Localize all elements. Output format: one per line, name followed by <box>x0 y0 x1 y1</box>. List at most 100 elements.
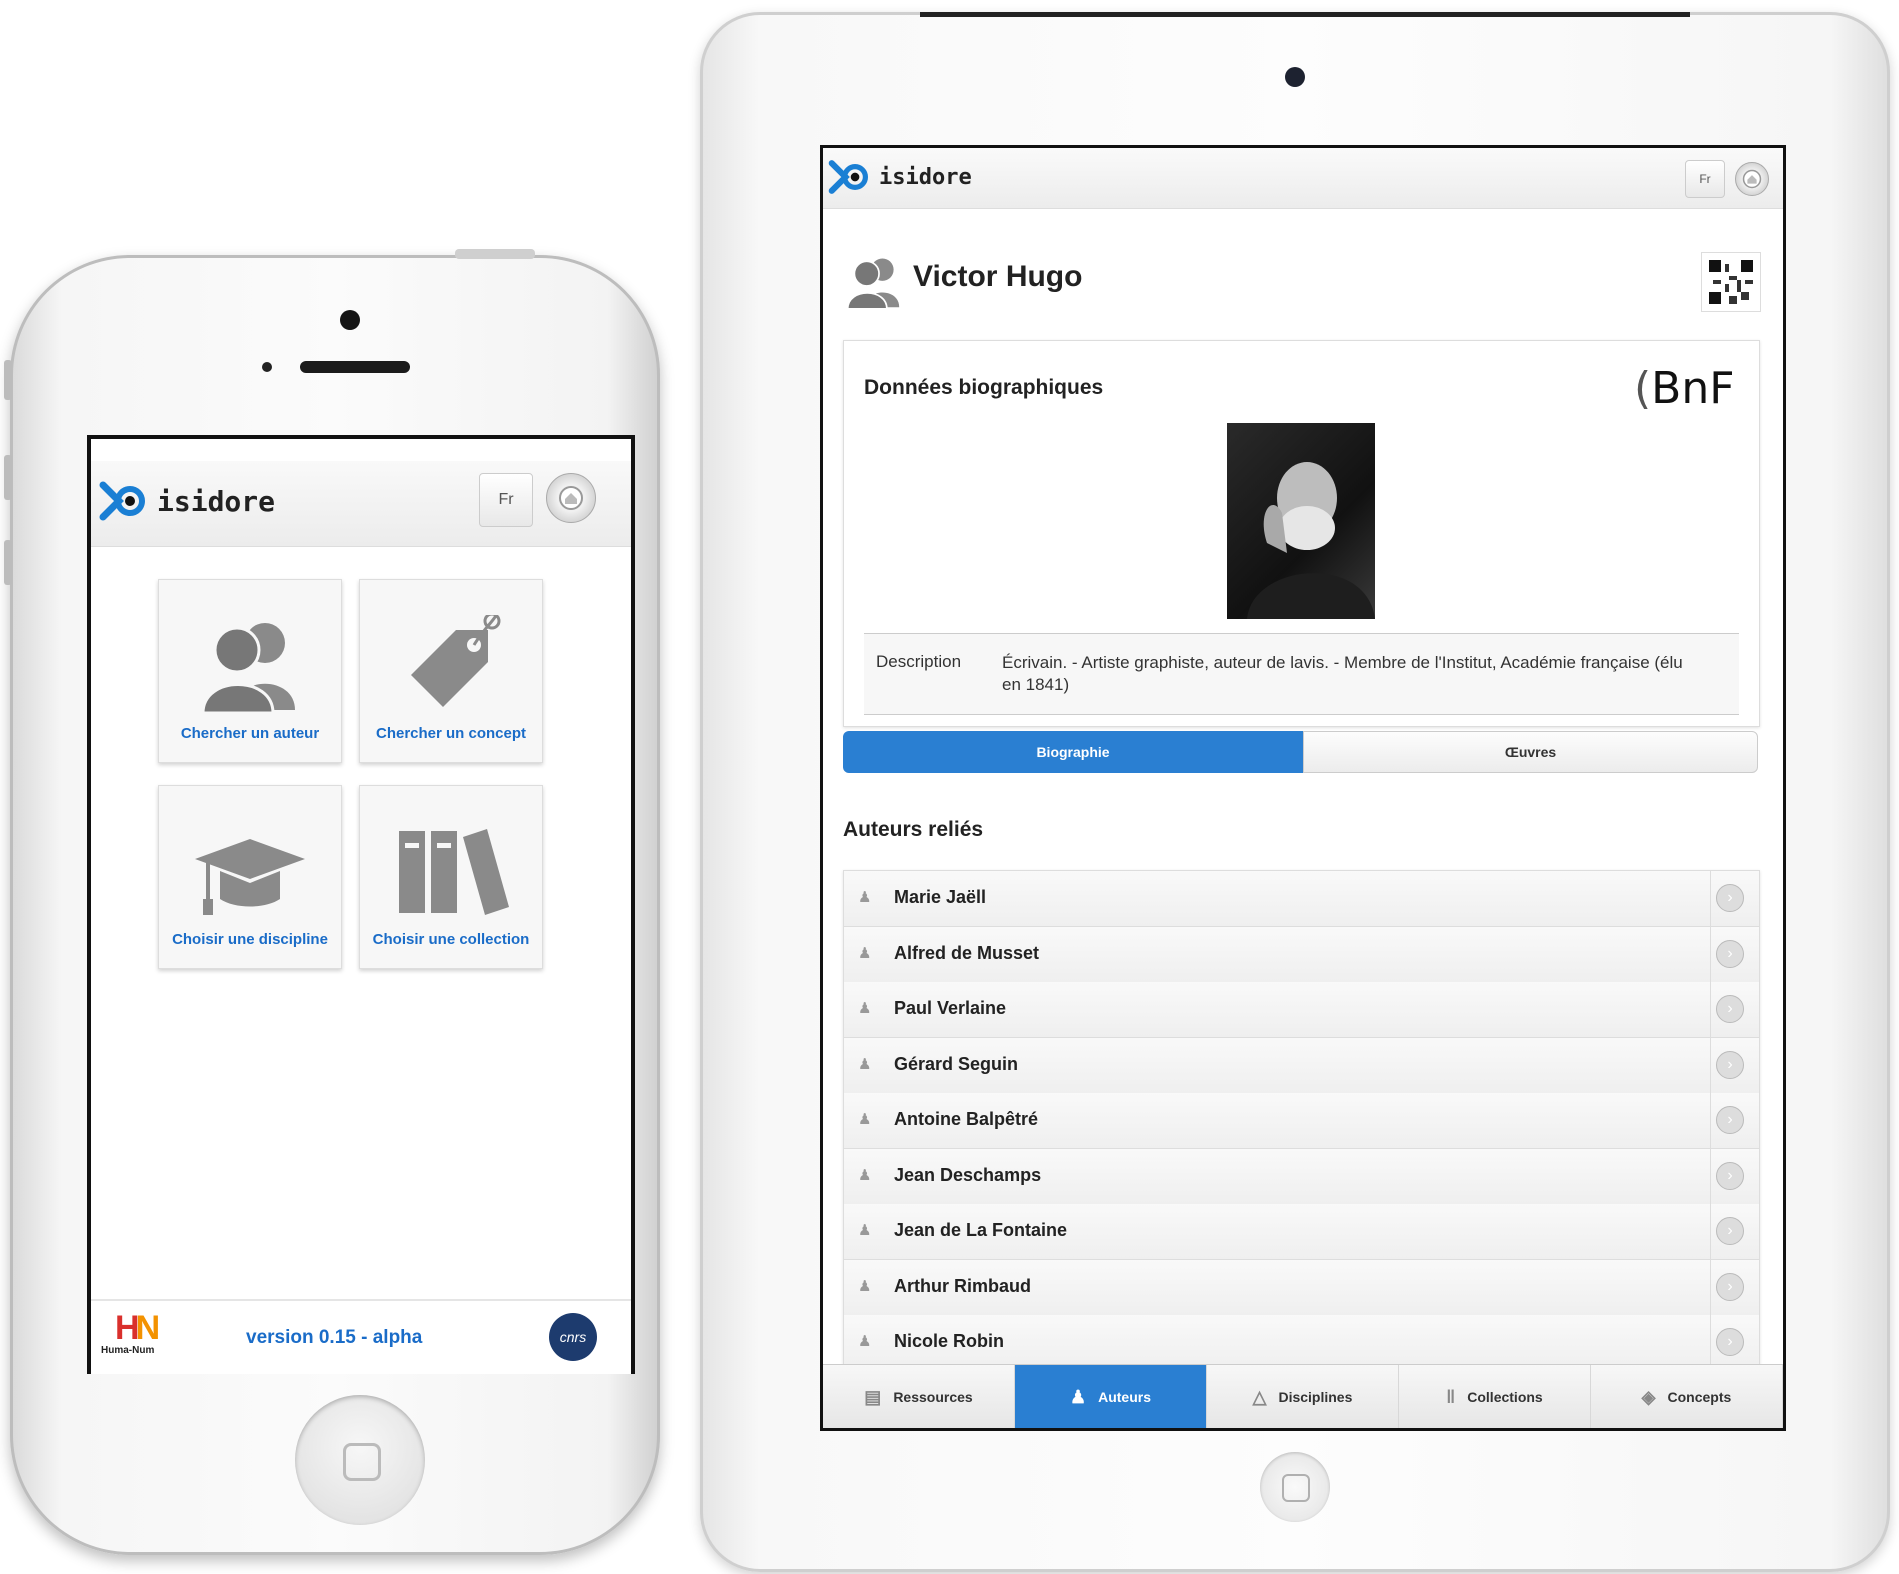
tablet-home-button[interactable] <box>1260 1452 1330 1522</box>
bnf-logo[interactable]: (BnF <box>1634 363 1735 414</box>
chevron-right-icon[interactable]: › <box>1716 884 1744 912</box>
list-item[interactable]: ♟ Marie Jaëll › <box>844 871 1759 927</box>
nav-item-concepts[interactable]: ◈ Concepts <box>1591 1365 1783 1428</box>
chevron-right-icon[interactable]: › <box>1716 1328 1744 1356</box>
isidore-logo-icon <box>99 481 145 521</box>
language-button[interactable]: Fr <box>479 473 533 527</box>
user-icon: ♟ <box>858 1277 872 1295</box>
list-item[interactable]: ♟ Paul Verlaine › <box>844 982 1759 1038</box>
front-camera <box>1285 67 1305 87</box>
list-item[interactable]: ♟ Arthur Rimbaud › <box>844 1259 1759 1316</box>
home-square-icon <box>1282 1474 1310 1502</box>
related-author-name: Gérard Seguin <box>894 1053 1019 1074</box>
smartphone-device: isidore Fr Chercher un auteur Chercher u… <box>4 249 660 1555</box>
huma-num-logo[interactable]: HN Huma-Num <box>101 1311 181 1367</box>
user-icon: ♟ <box>858 1000 872 1017</box>
language-button[interactable]: Fr <box>1685 160 1725 198</box>
list-item[interactable]: ♟ Alfred de Musset › <box>844 926 1759 983</box>
portrait-illustration <box>1247 462 1375 619</box>
related-authors-heading: Auteurs reliés <box>843 818 984 841</box>
bnf-logo-bracket: ( <box>1634 363 1652 414</box>
qr-code-icon <box>1709 260 1753 304</box>
brand-name: isidore <box>879 164 972 190</box>
related-author-name: Antoine Balpêtré <box>894 1109 1039 1129</box>
nav-item-ressources[interactable]: ▤ Ressources <box>823 1365 1015 1428</box>
chevron-right-icon[interactable]: › <box>1716 1050 1744 1079</box>
tile-search-concept[interactable]: Chercher un concept <box>359 579 543 763</box>
related-authors-list: ♟ Marie Jaëll › ♟ Alfred de Musset › ♟ Paul Ver… <box>843 870 1760 1366</box>
tablet-screen: isidore Fr Victor Hugo Données biographi… <box>820 145 1786 1431</box>
user-icon: ♟ <box>858 1333 872 1350</box>
description-text: Écrivain. - Artiste graphiste, auteur de… <box>1002 653 1683 694</box>
related-author-name: Alfred de Musset <box>894 942 1040 963</box>
tile-search-author[interactable]: Chercher un auteur <box>158 579 342 763</box>
home-square-icon <box>343 1443 381 1481</box>
tablet-top-edge <box>920 12 1690 17</box>
divider <box>1710 1093 1711 1148</box>
list-item[interactable]: ♟ Gérard Seguin › <box>844 1037 1759 1094</box>
app-footer: HN Huma-Num version 0.15 - alpha cnrs <box>91 1299 631 1374</box>
users-icon: ♟ <box>1069 1386 1087 1407</box>
author-avatar-icon <box>843 254 905 315</box>
nav-item-label: Ressources <box>893 1389 973 1405</box>
tile-label: Choisir une discipline <box>172 931 328 948</box>
home-icon <box>1742 169 1762 189</box>
related-author-name: Jean Deschamps <box>894 1164 1042 1185</box>
document-icon: ▤ <box>864 1386 882 1407</box>
volume-down-button <box>4 540 12 585</box>
list-item[interactable]: ♟ Jean Deschamps › <box>844 1148 1759 1205</box>
tab-biography[interactable]: Biographie <box>843 731 1303 773</box>
nav-item-label: Auteurs <box>1098 1389 1152 1405</box>
earpiece-speaker <box>300 361 410 373</box>
chevron-right-icon[interactable]: › <box>1716 1217 1744 1245</box>
cnrs-logo[interactable]: cnrs <box>549 1313 597 1361</box>
volume-up-button <box>4 455 12 500</box>
divider <box>1710 871 1711 926</box>
books-icon: ‖ <box>1446 1386 1456 1407</box>
tile-choose-discipline[interactable]: Choisir une discipline <box>158 785 342 969</box>
tab-works[interactable]: Œuvres <box>1303 731 1758 773</box>
isidore-logo[interactable]: isidore <box>99 479 275 523</box>
user-icon: ♟ <box>858 889 872 906</box>
divider <box>1710 1148 1711 1204</box>
related-author-name: Arthur Rimbaud <box>894 1275 1031 1296</box>
chevron-right-icon[interactable]: › <box>1716 1106 1744 1134</box>
chevron-right-icon[interactable]: › <box>1716 939 1744 968</box>
home-icon <box>559 486 583 510</box>
app-header: isidore Fr <box>823 148 1783 209</box>
biography-card: Données biographiques (BnF Description É… <box>843 340 1760 727</box>
description-row: Description Écrivain. - Artiste graphist… <box>864 633 1739 715</box>
page-title: Victor Hugo <box>913 260 1083 293</box>
graduation-cap-icon <box>190 811 310 931</box>
nav-item-disciplines[interactable]: △ Disciplines <box>1207 1365 1399 1428</box>
nav-item-collections[interactable]: ‖ Collections <box>1399 1365 1591 1428</box>
nav-item-label: Concepts <box>1667 1389 1732 1405</box>
phone-home-button[interactable] <box>295 1395 425 1525</box>
huma-num-logo-mark: HN <box>115 1309 160 1347</box>
home-button[interactable] <box>1735 162 1769 196</box>
list-item[interactable]: ♟ Antoine Balpêtré › <box>844 1093 1759 1149</box>
books-icon <box>391 811 511 931</box>
bio-heading: Données biographiques <box>864 376 1104 399</box>
author-portrait <box>1227 423 1375 619</box>
list-item[interactable]: ♟ Jean de La Fontaine › <box>844 1204 1759 1260</box>
bottom-navigation: ▤ Ressources ♟ Auteurs △ Disciplines ‖ Collecti… <box>823 1364 1783 1428</box>
chevron-right-icon[interactable]: › <box>1716 1161 1744 1190</box>
home-button[interactable] <box>546 473 596 523</box>
nav-item-auteurs[interactable]: ♟ Auteurs <box>1015 1365 1207 1428</box>
tag-icon: ◈ <box>1641 1386 1656 1407</box>
tile-label: Choisir une collection <box>372 931 530 948</box>
chevron-right-icon[interactable]: › <box>1716 995 1744 1023</box>
huma-num-logo-text: Huma-Num <box>101 1345 155 1356</box>
app-header: isidore Fr <box>91 461 631 547</box>
user-icon: ♟ <box>858 1055 872 1073</box>
tile-choose-collection[interactable]: Choisir une collection <box>359 785 543 969</box>
chevron-right-icon[interactable]: › <box>1716 1272 1744 1301</box>
description-label: Description <box>876 652 962 671</box>
list-item[interactable]: ♟ Nicole Robin › <box>844 1315 1759 1365</box>
divider <box>1710 1315 1711 1365</box>
qr-code-button[interactable] <box>1701 252 1761 312</box>
related-author-name: Jean de La Fontaine <box>894 1220 1068 1240</box>
isidore-logo[interactable]: isidore <box>827 158 972 196</box>
divider <box>1710 1204 1711 1259</box>
